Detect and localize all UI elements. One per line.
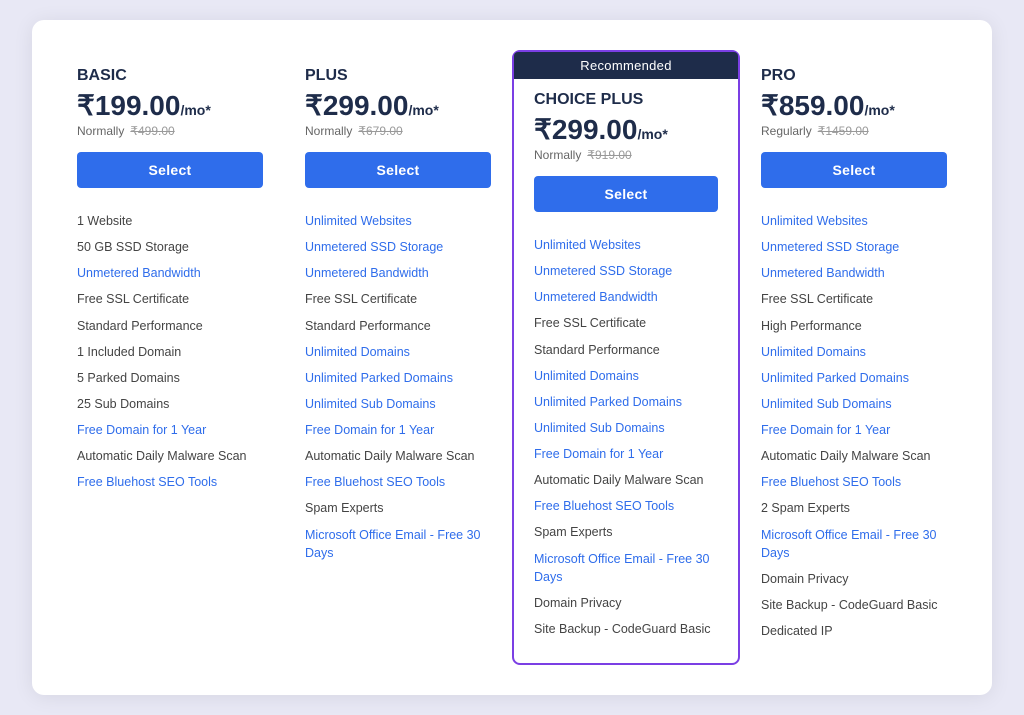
- feature-item: Free Domain for 1 Year: [534, 441, 718, 467]
- feature-item: Unlimited Sub Domains: [534, 415, 718, 441]
- normally-row-pro: Regularly ₹1459.00: [761, 124, 947, 138]
- feature-item: Unlimited Domains: [305, 339, 491, 365]
- normally-label-choice-plus: Normally: [534, 148, 581, 162]
- plan-price-choice-plus: ₹299.00/mo*: [534, 113, 718, 146]
- feature-item: Microsoft Office Email - Free 30 Days: [534, 546, 718, 590]
- feature-item: High Performance: [761, 313, 947, 339]
- feature-item: Microsoft Office Email - Free 30 Days: [305, 522, 491, 566]
- normally-row-basic: Normally ₹499.00: [77, 124, 263, 138]
- feature-list-plus: Unlimited WebsitesUnmetered SSD StorageU…: [305, 208, 491, 566]
- feature-item: Domain Privacy: [534, 590, 718, 616]
- feature-item: Unmetered SSD Storage: [305, 234, 491, 260]
- normally-price-basic: ₹499.00: [130, 124, 174, 138]
- select-button-pro[interactable]: Select: [761, 152, 947, 188]
- feature-item: Unlimited Parked Domains: [534, 389, 718, 415]
- feature-item: Unmetered Bandwidth: [305, 260, 491, 286]
- feature-item: Unlimited Sub Domains: [305, 391, 491, 417]
- feature-item: Unlimited Domains: [761, 339, 947, 365]
- plan-col-basic: BASIC ₹199.00/mo* Normally ₹499.00 Select…: [56, 50, 284, 665]
- feature-item: Automatic Daily Malware Scan: [761, 443, 947, 469]
- feature-item: Unlimited Websites: [761, 208, 947, 234]
- feature-item: Free Domain for 1 Year: [761, 417, 947, 443]
- normally-row-choice-plus: Normally ₹919.00: [534, 148, 718, 162]
- normally-row-plus: Normally ₹679.00: [305, 124, 491, 138]
- feature-item: Unlimited Websites: [534, 232, 718, 258]
- feature-item: 50 GB SSD Storage: [77, 234, 263, 260]
- feature-item: Unmetered SSD Storage: [534, 258, 718, 284]
- feature-item: Free Bluehost SEO Tools: [305, 469, 491, 495]
- plan-col-pro: PRO ₹859.00/mo* Regularly ₹1459.00 Select…: [740, 50, 968, 665]
- plan-col-plus: PLUS ₹299.00/mo* Normally ₹679.00 Select U…: [284, 50, 512, 665]
- feature-item: Unlimited Parked Domains: [761, 365, 947, 391]
- feature-item: Unlimited Parked Domains: [305, 365, 491, 391]
- feature-item: Unmetered Bandwidth: [534, 284, 718, 310]
- feature-item: 5 Parked Domains: [77, 365, 263, 391]
- plan-price-pro: ₹859.00/mo*: [761, 89, 947, 122]
- feature-item: Automatic Daily Malware Scan: [305, 443, 491, 469]
- feature-item: Unlimited Websites: [305, 208, 491, 234]
- feature-item: Standard Performance: [77, 313, 263, 339]
- recommended-badge: Recommended: [514, 52, 738, 79]
- feature-item: Free SSL Certificate: [77, 286, 263, 312]
- feature-item: Automatic Daily Malware Scan: [534, 467, 718, 493]
- feature-item: Domain Privacy: [761, 566, 947, 592]
- feature-item: 1 Included Domain: [77, 339, 263, 365]
- normally-price-pro: ₹1459.00: [818, 124, 869, 138]
- feature-list-basic: 1 Website50 GB SSD StorageUnmetered Band…: [77, 208, 263, 495]
- feature-item: 25 Sub Domains: [77, 391, 263, 417]
- feature-item: Free SSL Certificate: [534, 310, 718, 336]
- plans-grid: BASIC ₹199.00/mo* Normally ₹499.00 Select…: [56, 50, 968, 665]
- pricing-container: BASIC ₹199.00/mo* Normally ₹499.00 Select…: [32, 20, 992, 695]
- feature-item: Free Bluehost SEO Tools: [761, 469, 947, 495]
- feature-item: Unmetered Bandwidth: [761, 260, 947, 286]
- feature-item: 1 Website: [77, 208, 263, 234]
- plan-col-choice-plus: Recommended CHOICE PLUS ₹299.00/mo* Normal…: [512, 50, 740, 665]
- feature-item: Free SSL Certificate: [761, 286, 947, 312]
- feature-item: Free Domain for 1 Year: [77, 417, 263, 443]
- feature-item: Free Domain for 1 Year: [305, 417, 491, 443]
- plan-name-pro: PRO: [761, 67, 947, 85]
- feature-item: Unmetered SSD Storage: [761, 234, 947, 260]
- feature-item: Free Bluehost SEO Tools: [77, 469, 263, 495]
- select-button-plus[interactable]: Select: [305, 152, 491, 188]
- feature-item: Site Backup - CodeGuard Basic: [534, 616, 718, 642]
- plan-name-choice-plus: CHOICE PLUS: [534, 91, 718, 109]
- feature-item: Spam Experts: [305, 495, 491, 521]
- select-button-basic[interactable]: Select: [77, 152, 263, 188]
- feature-item: Standard Performance: [534, 337, 718, 363]
- normally-label-basic: Normally: [77, 124, 124, 138]
- normally-price-choice-plus: ₹919.00: [587, 148, 631, 162]
- feature-item: Microsoft Office Email - Free 30 Days: [761, 522, 947, 566]
- feature-item: Unlimited Sub Domains: [761, 391, 947, 417]
- feature-item: Free Bluehost SEO Tools: [534, 493, 718, 519]
- feature-item: Site Backup - CodeGuard Basic: [761, 592, 947, 618]
- feature-item: Free SSL Certificate: [305, 286, 491, 312]
- normally-label-plus: Normally: [305, 124, 352, 138]
- feature-item: Automatic Daily Malware Scan: [77, 443, 263, 469]
- feature-item: Unlimited Domains: [534, 363, 718, 389]
- feature-item: Dedicated IP: [761, 618, 947, 644]
- normally-price-plus: ₹679.00: [358, 124, 402, 138]
- normally-label-pro: Regularly: [761, 124, 812, 138]
- feature-list-pro: Unlimited WebsitesUnmetered SSD StorageU…: [761, 208, 947, 644]
- plan-price-plus: ₹299.00/mo*: [305, 89, 491, 122]
- select-button-choice-plus[interactable]: Select: [534, 176, 718, 212]
- feature-item: Spam Experts: [534, 519, 718, 545]
- feature-item: Standard Performance: [305, 313, 491, 339]
- plan-name-plus: PLUS: [305, 67, 491, 85]
- feature-item: 2 Spam Experts: [761, 495, 947, 521]
- feature-list-choice-plus: Unlimited WebsitesUnmetered SSD StorageU…: [534, 232, 718, 642]
- plan-name-basic: BASIC: [77, 67, 263, 85]
- feature-item: Unmetered Bandwidth: [77, 260, 263, 286]
- plan-price-basic: ₹199.00/mo*: [77, 89, 263, 122]
